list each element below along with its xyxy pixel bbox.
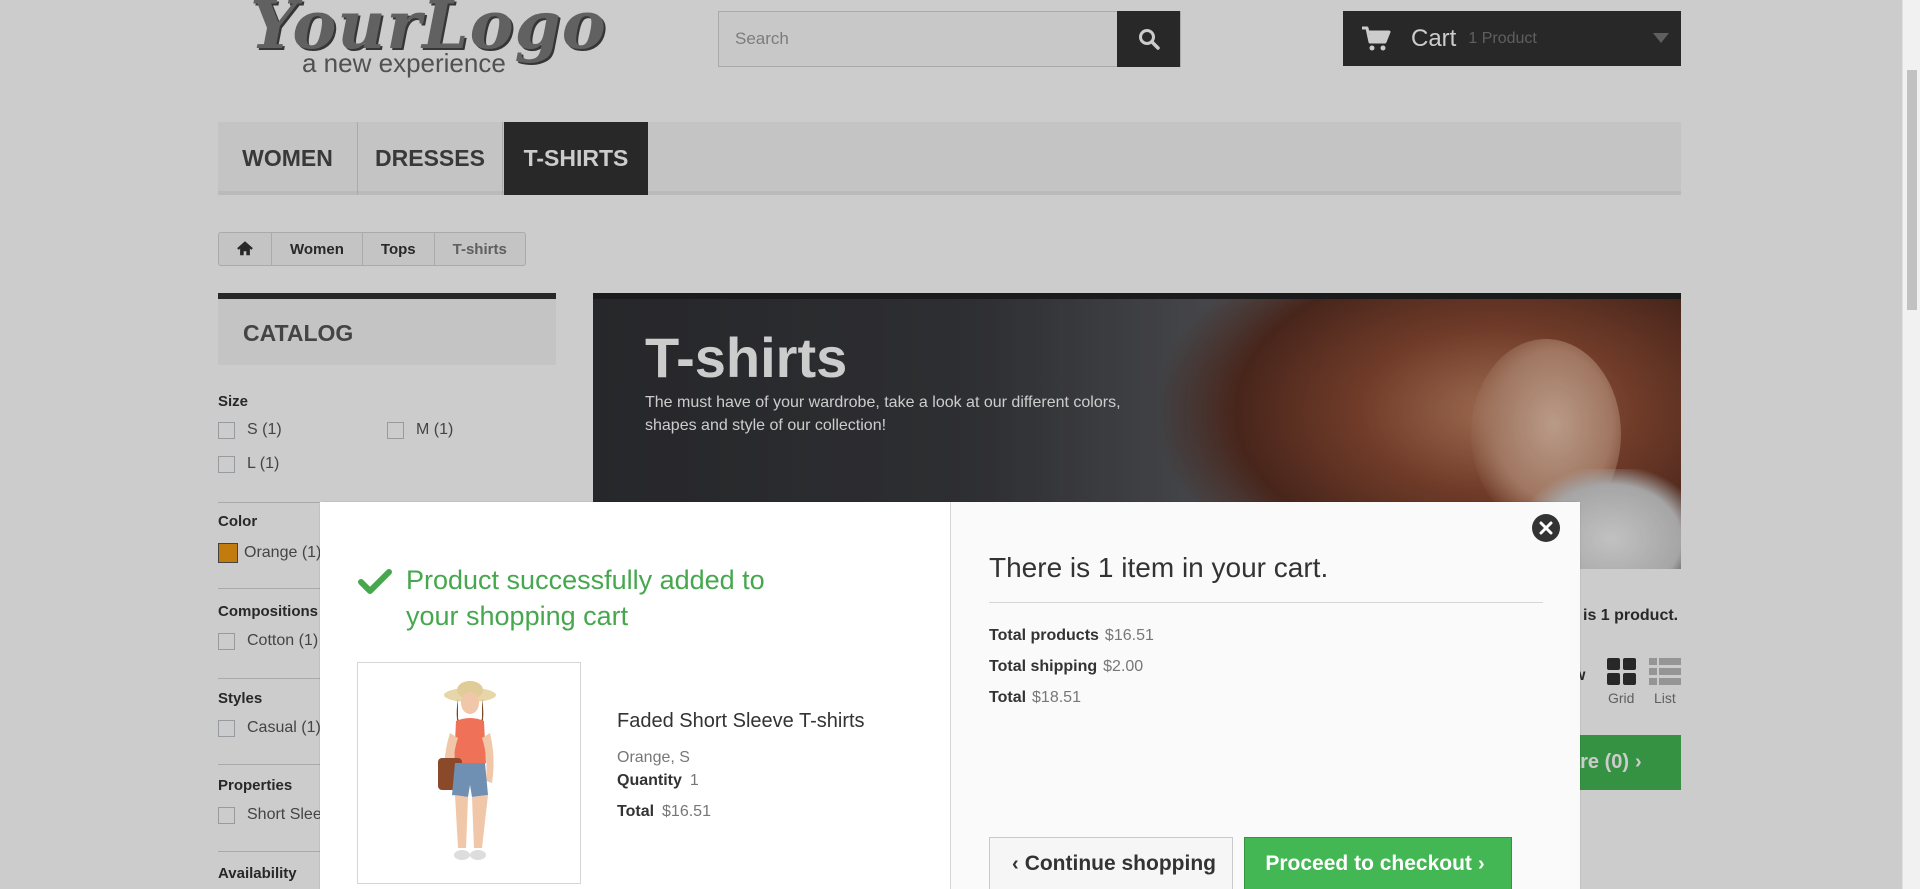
proceed-to-checkout-button[interactable]: Proceed to checkout › (1244, 837, 1512, 889)
product-photo (438, 681, 496, 860)
cart-count-title: There is 1 item in your cart. (989, 552, 1329, 583)
chevron-left-icon: ‹ (1012, 852, 1019, 875)
add-to-cart-modal: Product successfully added to your shopp… (320, 502, 1580, 889)
page-scrollbar[interactable] (1902, 0, 1920, 889)
continue-shopping-button[interactable]: ‹ Continue shopping (989, 837, 1233, 889)
product-attributes: Orange, S (617, 749, 690, 766)
total-value: $16.51 (662, 803, 711, 820)
chevron-right-icon: › (1477, 852, 1485, 875)
success-message: Product successfully added to your shopp… (358, 562, 818, 634)
continue-shopping-label: Continue shopping (1024, 852, 1216, 875)
product-total: Total $16.51 (617, 803, 711, 821)
total-products-label: Total products (989, 627, 1099, 644)
grand-total-row: Total $18.51 (989, 689, 1081, 707)
total-products-value: $16.51 (1104, 627, 1154, 644)
grand-total-value: $18.51 (1032, 689, 1081, 706)
modal-cart-panel: There is 1 item in your cart. Total prod… (950, 502, 1580, 889)
product-image (357, 662, 581, 884)
product-name: Faded Short Sleeve T-shirts (617, 710, 865, 732)
total-label: Total (617, 803, 655, 820)
grand-total-label: Total (989, 689, 1027, 706)
modal-product-panel: Product successfully added to your shopp… (320, 502, 950, 889)
total-shipping-row: Total shipping $2.00 (989, 658, 1143, 676)
quantity-label: Quantity (617, 772, 682, 789)
divider (989, 602, 1543, 603)
scrollbar-thumb[interactable] (1907, 70, 1917, 310)
success-title-text: Product successfully added to your shopp… (406, 565, 765, 631)
total-products-row: Total products $16.51 (989, 627, 1154, 645)
proceed-to-checkout-label: Proceed to checkout (1265, 852, 1472, 875)
check-icon (358, 569, 392, 594)
close-icon (1539, 521, 1553, 535)
total-shipping-value: $2.00 (1103, 658, 1144, 675)
close-modal-button[interactable] (1532, 514, 1560, 542)
quantity-value: 1 (689, 772, 699, 789)
product-quantity: Quantity 1 (617, 772, 699, 790)
total-shipping-label: Total shipping (989, 658, 1098, 675)
page: YourLogo a new experience Cart 1 Product… (0, 0, 1920, 889)
